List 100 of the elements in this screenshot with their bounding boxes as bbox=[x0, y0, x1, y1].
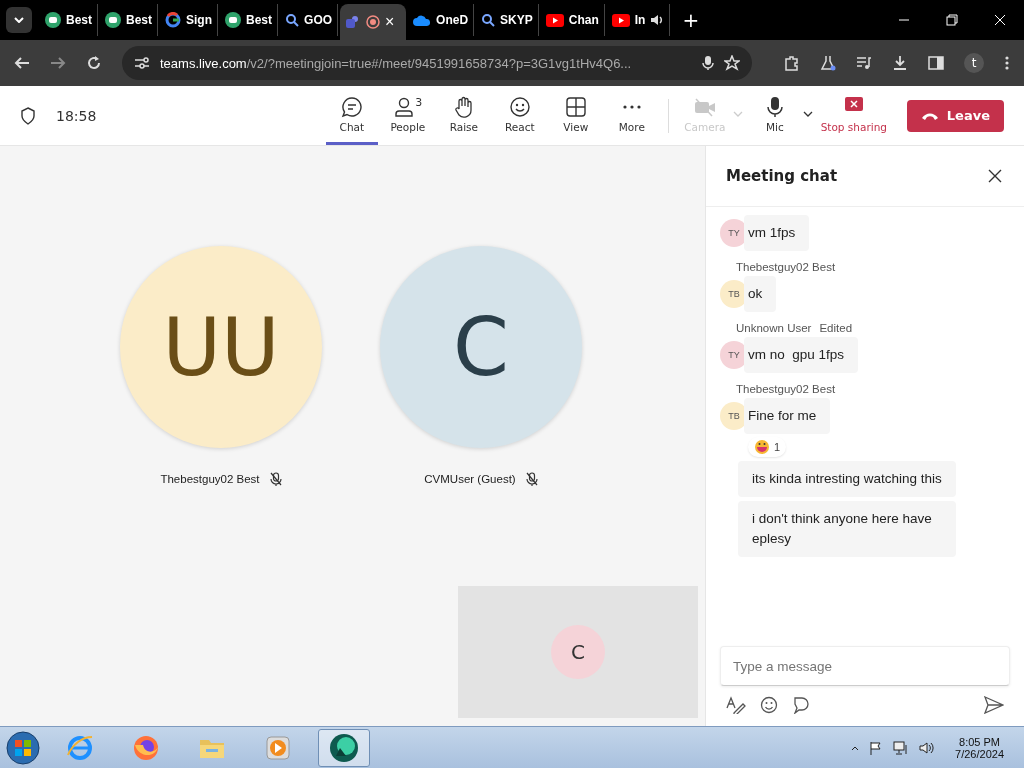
smiley-icon bbox=[508, 95, 531, 118]
browser-tab[interactable]: In bbox=[606, 4, 671, 36]
flag-icon[interactable] bbox=[869, 740, 884, 755]
play-logo-icon bbox=[545, 13, 564, 27]
start-button[interactable] bbox=[6, 730, 40, 765]
new-tab-button[interactable]: + bbox=[682, 8, 700, 32]
toolbar-button[interactable]: View bbox=[549, 86, 602, 145]
restore-icon[interactable] bbox=[946, 14, 958, 26]
toolbar-button[interactable]: More bbox=[605, 86, 658, 145]
reload-icon[interactable] bbox=[86, 55, 102, 71]
close-icon[interactable] bbox=[988, 169, 1002, 183]
meeting-duration: 18:58 bbox=[56, 107, 97, 124]
forward-icon[interactable] bbox=[50, 55, 66, 71]
toolbar-button[interactable]: Stop sharing bbox=[818, 86, 889, 145]
side-panel-icon[interactable] bbox=[928, 55, 944, 71]
message-bubble: vm 1fps bbox=[744, 215, 810, 251]
app-logo-icon bbox=[328, 731, 360, 764]
more-icon bbox=[622, 104, 641, 109]
tab-title: Best bbox=[126, 13, 153, 27]
chevron-down-icon[interactable] bbox=[802, 110, 813, 117]
tab-title: OneD bbox=[436, 13, 469, 27]
address-bar[interactable]: teams.live.com/v2/?meetingjoin=true#/meet/9451991658734?p=3G1vg1tHv4Q6... bbox=[122, 46, 752, 80]
hand-icon bbox=[452, 95, 475, 118]
browser-tab[interactable]: GOO bbox=[280, 4, 339, 36]
volume-icon[interactable] bbox=[919, 740, 936, 755]
tab-search-button[interactable] bbox=[6, 7, 32, 33]
browser-tab[interactable]: SKYP bbox=[476, 4, 539, 36]
browser-tab[interactable]: Best bbox=[220, 4, 279, 36]
toolbar-button[interactable]: React bbox=[493, 86, 546, 145]
chat-icon bbox=[340, 95, 363, 118]
message-bubble: Fine for me bbox=[744, 398, 831, 434]
sender-name: Unknown User bbox=[736, 322, 812, 334]
download-icon[interactable] bbox=[892, 55, 908, 71]
participant-name: Thebestguy02 Best bbox=[160, 473, 260, 485]
tab-title: GOO bbox=[304, 13, 333, 27]
tab-title: In bbox=[634, 13, 646, 27]
toolbar-button[interactable]: 3 People bbox=[381, 86, 434, 145]
cloud-icon bbox=[413, 14, 432, 26]
tab-title: Sign bbox=[186, 13, 213, 27]
close-tab-button[interactable]: × bbox=[385, 13, 395, 31]
chat-bubble-icon bbox=[45, 12, 61, 28]
participant-name: CVMUser (Guest) bbox=[424, 473, 516, 485]
message-bubble: vm no gpu 1fps bbox=[744, 337, 859, 373]
taskbar-app[interactable] bbox=[318, 728, 370, 767]
shield-icon[interactable] bbox=[20, 106, 36, 125]
stop-sharing-icon bbox=[843, 95, 864, 112]
toolbar-button[interactable]: Mic bbox=[748, 86, 815, 145]
message-bubble: its kinda intresting watching this bbox=[738, 461, 956, 497]
tab-title: Best bbox=[246, 13, 273, 27]
puzzle-icon[interactable] bbox=[784, 55, 800, 71]
edited-label: Edited bbox=[819, 322, 853, 334]
self-avatar: C bbox=[551, 625, 605, 679]
reaction-badge[interactable]: 1 bbox=[748, 437, 787, 457]
browser-tab[interactable]: OneD bbox=[408, 4, 475, 36]
clock-time: 8:05 PM bbox=[959, 735, 1000, 748]
tab-title: Chan bbox=[568, 13, 599, 27]
message-input[interactable]: Type a message bbox=[720, 646, 1010, 686]
chat-title: Meeting chat bbox=[726, 167, 838, 185]
grid-icon bbox=[564, 95, 587, 118]
chat-bubble-icon bbox=[105, 12, 121, 28]
network-icon[interactable] bbox=[893, 740, 910, 755]
laughing-emoji-icon bbox=[754, 439, 770, 455]
emoji-icon[interactable] bbox=[760, 696, 778, 714]
sender-name: Thebestguy02 Best bbox=[736, 383, 836, 395]
flask-icon[interactable] bbox=[820, 55, 836, 71]
message-bubble: i don't think anyone here have eplesy bbox=[738, 501, 956, 557]
browser-tab[interactable]: × bbox=[340, 4, 407, 40]
media-queue-icon[interactable] bbox=[856, 55, 872, 71]
show-hidden-icons-icon[interactable] bbox=[851, 744, 860, 751]
search-icon bbox=[481, 13, 496, 27]
back-icon[interactable] bbox=[14, 55, 30, 71]
person-icon bbox=[393, 95, 416, 118]
browser-tab[interactable]: Best bbox=[100, 4, 159, 36]
tab-title: SKYP bbox=[500, 13, 533, 27]
send-icon[interactable] bbox=[984, 696, 1004, 714]
microphone-icon[interactable] bbox=[702, 55, 714, 71]
google-g-icon bbox=[165, 12, 182, 28]
leave-button[interactable]: Leave bbox=[906, 99, 1004, 132]
sender-name: Thebestguy02 Best bbox=[736, 261, 836, 273]
format-icon[interactable] bbox=[726, 696, 746, 714]
browser-tab[interactable]: Chan bbox=[540, 4, 605, 36]
message-bubble: ok bbox=[744, 276, 777, 312]
site-settings-icon[interactable] bbox=[134, 56, 150, 70]
chevron-down-icon bbox=[14, 17, 24, 23]
browser-tab[interactable]: Sign bbox=[160, 4, 219, 36]
participant-avatar: C bbox=[380, 246, 582, 448]
url-text: teams.live.com/v2/?meetingjoin=true#/meet/9451991658734?p=3G1vg1tHv4Q6... bbox=[160, 55, 633, 71]
search-icon bbox=[285, 13, 300, 27]
tab-title: Best bbox=[66, 13, 92, 27]
chat-bubble-icon bbox=[225, 12, 242, 28]
menu-icon[interactable] bbox=[1004, 55, 1010, 71]
play-logo-icon bbox=[611, 13, 630, 27]
participant-avatar: UU bbox=[120, 246, 322, 448]
participant-count: 3 bbox=[415, 95, 423, 109]
clock-date: 7/26/2024 bbox=[955, 747, 1004, 760]
browser-tab[interactable]: Best bbox=[40, 4, 98, 36]
profile-avatar[interactable]: t bbox=[964, 53, 984, 73]
toolbar-button[interactable]: Raise bbox=[437, 86, 490, 145]
star-icon[interactable] bbox=[724, 55, 740, 71]
sticker-icon[interactable] bbox=[792, 696, 810, 714]
